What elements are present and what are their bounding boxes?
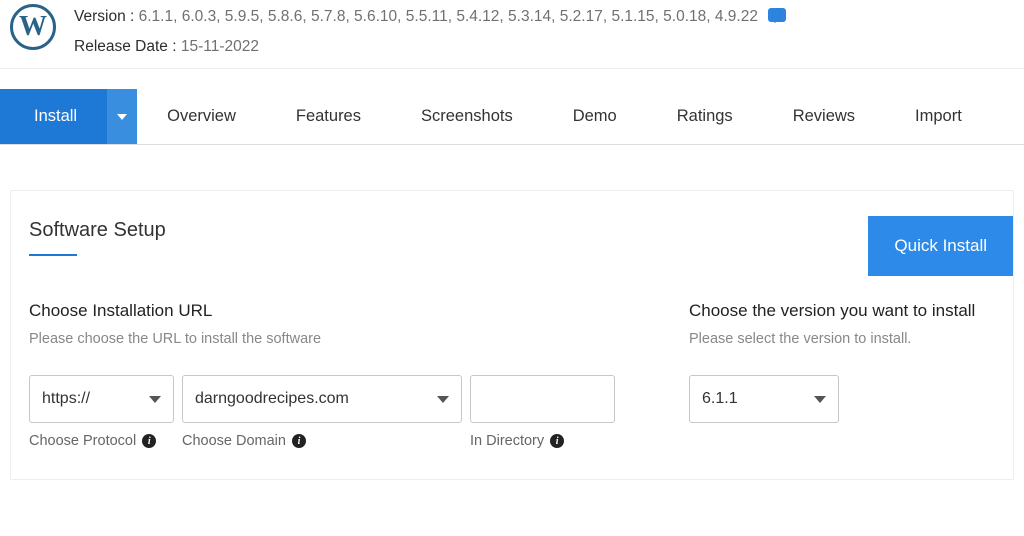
tab-install[interactable]: Install <box>0 89 107 144</box>
domain-select[interactable]: darngoodrecipes.com <box>182 375 462 423</box>
chevron-down-icon <box>814 396 826 403</box>
install-url-subtitle: Please choose the URL to install the sof… <box>29 331 619 347</box>
tab-bar: Install Overview Features Screenshots De… <box>0 89 1024 145</box>
version-title: Choose the version you want to install <box>689 301 995 321</box>
tab-install-dropdown[interactable] <box>107 89 137 144</box>
section-underline <box>29 254 77 256</box>
version-value: 6.1.1, 6.0.3, 5.9.5, 5.8.6, 5.7.8, 5.6.1… <box>139 8 758 25</box>
version-select[interactable]: 6.1.1 <box>689 375 839 423</box>
tab-screenshots[interactable]: Screenshots <box>391 89 543 144</box>
comment-icon[interactable] <box>768 8 786 22</box>
directory-caption: In Directory i <box>470 433 615 449</box>
wordpress-logo: W <box>10 4 56 50</box>
protocol-value: https:// <box>42 390 90 408</box>
info-icon[interactable]: i <box>292 434 306 448</box>
tab-demo[interactable]: Demo <box>543 89 647 144</box>
version-select-value: 6.1.1 <box>702 390 738 408</box>
tab-features[interactable]: Features <box>266 89 391 144</box>
tab-ratings[interactable]: Ratings <box>647 89 763 144</box>
chevron-down-icon <box>117 114 127 120</box>
info-icon[interactable]: i <box>550 434 564 448</box>
version-line: Version : 6.1.1, 6.0.3, 5.9.5, 5.8.6, 5.… <box>74 8 1014 26</box>
protocol-select[interactable]: https:// <box>29 375 174 423</box>
version-label: Version : <box>74 8 134 25</box>
quick-install-button[interactable]: Quick Install <box>868 216 1013 276</box>
domain-value: darngoodrecipes.com <box>195 390 349 408</box>
chevron-down-icon <box>149 396 161 403</box>
software-setup-panel: Software Setup Quick Install Choose Inst… <box>10 190 1014 480</box>
domain-caption: Choose Domain i <box>182 433 462 449</box>
directory-input[interactable] <box>470 375 615 423</box>
tab-reviews[interactable]: Reviews <box>763 89 885 144</box>
section-title: Software Setup <box>29 219 995 252</box>
protocol-caption: Choose Protocol i <box>29 433 174 449</box>
release-value: 15-11-2022 <box>181 38 259 55</box>
release-label: Release Date : <box>74 38 177 55</box>
release-line: Release Date : 15-11-2022 <box>74 38 1014 56</box>
install-url-title: Choose Installation URL <box>29 301 619 321</box>
chevron-down-icon <box>437 396 449 403</box>
info-icon[interactable]: i <box>142 434 156 448</box>
wordpress-logo-glyph: W <box>19 11 47 43</box>
tab-import[interactable]: Import <box>885 89 992 144</box>
tab-overview[interactable]: Overview <box>137 89 266 144</box>
version-subtitle: Please select the version to install. <box>689 331 995 347</box>
